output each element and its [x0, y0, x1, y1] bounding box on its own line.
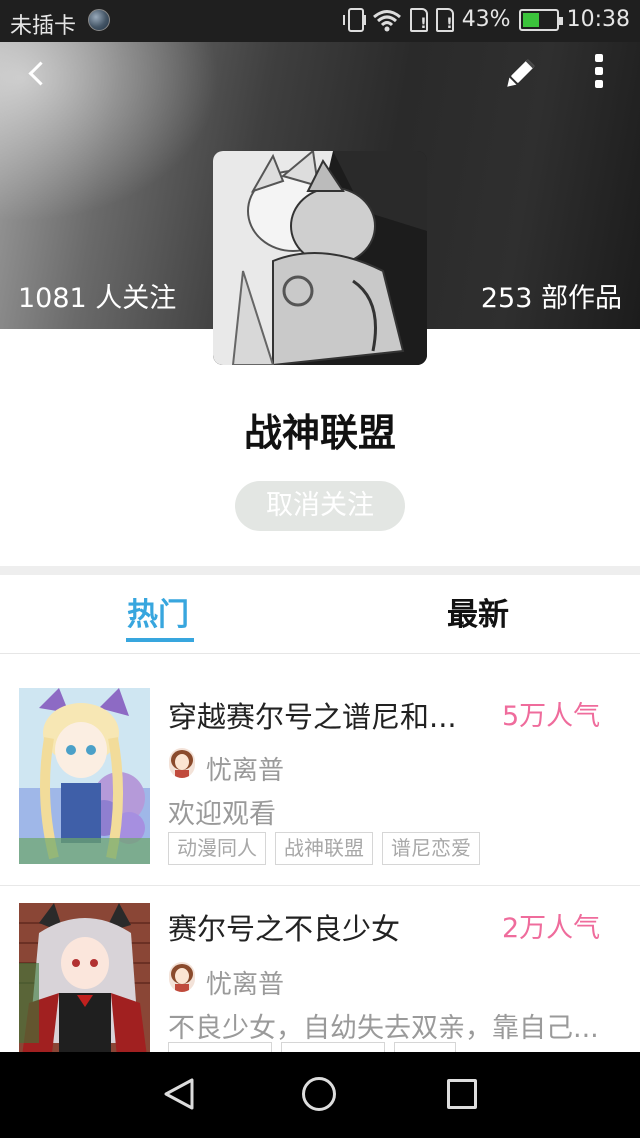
battery-icon	[518, 8, 563, 31]
status-bar: 未插卡 43% 10:38	[0, 0, 640, 42]
list-item[interactable]: 穿越赛尔号之谱尼和... 5万人气 忧离普 欢迎观看 动漫同人 战神联盟 谱尼恋…	[0, 672, 640, 885]
nav-home-icon[interactable]	[302, 1077, 336, 1111]
work-description: 欢迎观看	[168, 799, 276, 830]
author-name[interactable]: 忧离普	[206, 964, 284, 1001]
battery-percent: 43%	[461, 7, 511, 32]
tab-bar: 热门 最新	[0, 575, 640, 654]
sim-icon	[409, 7, 428, 32]
works-count[interactable]: 253 部作品	[481, 276, 622, 315]
wifi-icon	[372, 9, 401, 31]
tab-latest[interactable]: 最新	[447, 589, 509, 634]
group-avatar	[213, 151, 427, 365]
work-description: 不良少女，自幼失去双亲，靠自己...	[168, 1013, 599, 1044]
work-title[interactable]: 穿越赛尔号之谱尼和...	[168, 694, 473, 736]
edit-icon[interactable]	[500, 54, 540, 94]
author-name[interactable]: 忧离普	[206, 750, 284, 787]
tag[interactable]: 战神联盟	[275, 832, 373, 865]
globe-icon	[88, 9, 110, 31]
work-title[interactable]: 赛尔号之不良少女	[168, 906, 473, 948]
clock: 10:38	[566, 7, 630, 32]
author-avatar	[169, 748, 195, 778]
carrier-label: 未插卡	[10, 14, 77, 39]
work-cover[interactable]	[19, 688, 150, 864]
popularity-count: 2万人气	[502, 913, 601, 944]
tag[interactable]: 动漫同人	[168, 832, 266, 865]
nav-back-icon[interactable]	[162, 1076, 198, 1112]
status-icons: 43% 10:38	[342, 7, 630, 32]
unfollow-button[interactable]: 取消关注	[235, 481, 405, 531]
more-icon[interactable]	[588, 52, 612, 92]
vibrate-icon	[342, 7, 366, 32]
sim-icon	[435, 7, 454, 32]
tag-list: 动漫同人 战神联盟 谱尼恋爱	[168, 832, 480, 865]
author-avatar	[169, 962, 195, 992]
nav-recent-icon[interactable]	[447, 1079, 477, 1109]
system-nav-bar	[0, 1052, 640, 1138]
tab-hot[interactable]: 热门	[127, 589, 189, 634]
active-tab-indicator	[126, 638, 194, 642]
followers-count[interactable]: 1081 人关注	[18, 276, 176, 315]
popularity-count: 5万人气	[502, 701, 601, 732]
group-title: 战神联盟	[243, 411, 396, 455]
section-divider	[0, 566, 640, 575]
tag[interactable]: 谱尼恋爱	[382, 832, 480, 865]
back-icon[interactable]	[18, 56, 58, 96]
